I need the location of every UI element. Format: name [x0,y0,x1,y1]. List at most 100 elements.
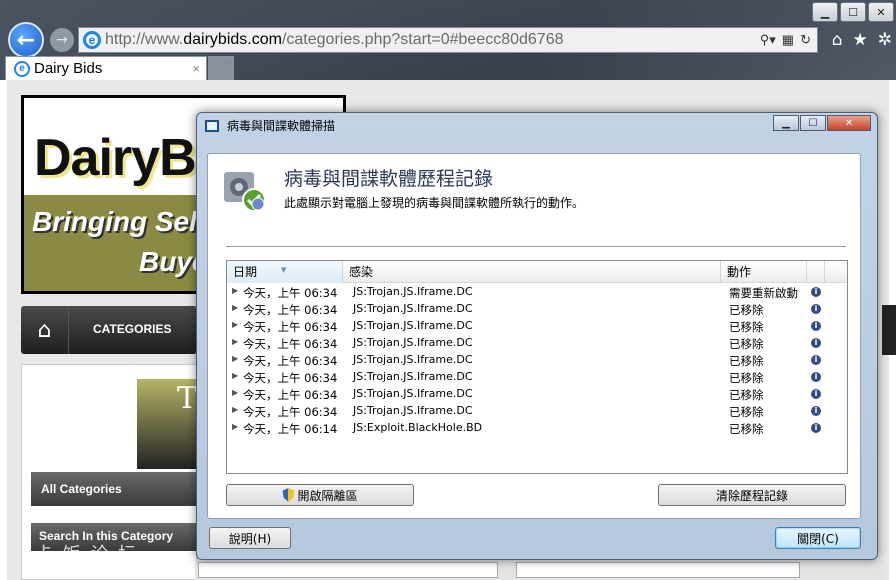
expand-arrow-icon[interactable]: ▶ [232,286,238,295]
forward-arrow-icon: → [56,32,68,48]
expand-arrow-icon[interactable]: ▶ [232,320,238,329]
dialog-close-x-button[interactable]: ✕ [827,115,871,131]
row-infection: JS:Trojan.JS.Iframe.DC [353,370,473,383]
table-row[interactable]: ▶ 今天，上午 06:34 JS:Trojan.JS.Iframe.DC 已移除 i [227,353,847,370]
home-icon: ⌂ [37,317,52,343]
compat-view-icon[interactable]: ▦ [782,32,794,48]
row-action: 已移除 [729,354,764,368]
refresh-icon[interactable]: ↻ [800,32,811,48]
nav-categories-link[interactable]: CATEGORIES [93,322,171,336]
expand-arrow-icon[interactable]: ▶ [232,388,238,397]
search-icon[interactable]: ⚲▾ [760,32,776,48]
sort-arrow-icon: ▼ [281,266,287,274]
header-separator [226,246,846,247]
new-tab-button[interactable] [208,56,234,80]
home-icon[interactable]: ⌂ [832,30,843,50]
forward-button[interactable]: → [50,28,74,52]
row-date: 今天，上午 06:34 [243,405,338,419]
expand-arrow-icon[interactable]: ▶ [232,354,238,363]
table-row[interactable]: ▶ 今天，上午 06:34 JS:Trojan.JS.Iframe.DC 已移除 i [227,387,847,404]
expand-arrow-icon[interactable]: ▶ [232,337,238,346]
minimize-button[interactable]: ▁ [812,2,838,22]
row-action: 需要重新啟動 [729,286,798,300]
row-action: 已移除 [729,371,764,385]
window-controls: ▁ ☐ ✕ [812,2,894,22]
column-info [807,261,825,283]
tools-gear-icon[interactable]: ✲ [878,30,892,50]
column-infection-label: 感染 [349,265,374,279]
browser-tab[interactable]: e Dairy Bids × [5,56,207,80]
monitor-icon [205,119,219,132]
expand-arrow-icon[interactable]: ▶ [232,371,238,380]
table-row[interactable]: ▶ 今天，上午 06:34 JS:Trojan.JS.Iframe.DC 已移除 i [227,319,847,336]
table-row[interactable]: ▶ 今天，上午 06:34 JS:Trojan.JS.Iframe.DC 已移除 i [227,404,847,421]
column-date[interactable]: 日期 ▼ [227,261,343,283]
row-action: 已移除 [729,422,764,436]
row-infection: JS:Exploit.BlackHole.BD [353,421,483,434]
dialog-minimize-button[interactable]: ▁ [773,115,799,131]
column-action[interactable]: 動作 [721,261,807,283]
history-title: 病毒與間諜軟體歷程記錄 [284,168,494,190]
watermark-url: bbs.kafan.cn [35,560,124,574]
logo-title: DairyBi [34,129,210,187]
clear-history-label: 清除歷程記錄 [715,488,788,503]
info-icon[interactable]: i [811,304,821,314]
search-field[interactable] [198,562,498,578]
info-icon[interactable]: i [811,372,821,382]
info-icon[interactable]: i [811,423,821,433]
column-date-label: 日期 [233,265,258,279]
address-bar[interactable]: e http://www. dairybids.com/categories.ph… [78,27,818,53]
logo-tagline-1: Bringing Sell [32,206,205,237]
maximize-button[interactable]: ☐ [840,2,866,22]
banner-image: T [137,379,197,469]
expand-arrow-icon[interactable]: ▶ [232,422,238,431]
row-date: 今天，上午 06:34 [243,337,338,351]
table-row[interactable]: ▶ 今天，上午 06:34 JS:Trojan.JS.Iframe.DC 已移除 i [227,370,847,387]
dialog-window-controls: ▁ ☐ ✕ [773,115,871,131]
tab-ie-icon: e [14,60,30,77]
row-date: 今天，上午 06:34 [243,286,338,300]
column-infection[interactable]: 感染 [343,261,721,283]
table-row[interactable]: ▶ 今天，上午 06:34 JS:Trojan.JS.Iframe.DC 已移除 i [227,336,847,353]
row-infection: JS:Trojan.JS.Iframe.DC [353,319,473,332]
row-action: 已移除 [729,303,764,317]
close-button[interactable]: 關閉(C) [775,527,861,549]
row-date: 今天，上午 06:34 [243,354,338,368]
table-row[interactable]: ▶ 今天，上午 06:34 JS:Trojan.JS.Iframe.DC 已移除 i [227,302,847,319]
info-icon[interactable]: i [811,389,821,399]
dialog-title: 病毒與間諜軟體掃描 [227,119,336,133]
favorites-icon[interactable]: ★ [853,30,868,50]
table-body: ▶ 今天，上午 06:34 JS:Trojan.JS.Iframe.DC 需要重新啟動… [227,285,847,438]
expand-arrow-icon[interactable]: ▶ [232,303,238,312]
close-window-button[interactable]: ✕ [868,2,894,22]
nav-home-button[interactable]: ⌂ [21,306,69,354]
info-icon[interactable]: i [811,321,821,331]
row-action: 已移除 [729,405,764,419]
dialog-maximize-button[interactable]: ☐ [800,115,826,131]
history-table: 日期 ▼ 感染 動作 ▶ 今天，上午 06:34 JS:Trojan.JS.Ifra… [226,260,848,474]
browser-chrome: ▁ ☐ ✕ ← → e http://www. dairybids.com/cat… [0,0,896,80]
row-action: 已移除 [729,337,764,351]
info-icon[interactable]: i [811,338,821,348]
virus-history-dialog: 病毒與間諜軟體掃描 ▁ ☐ ✕ 病毒與間諜軟體歷程記錄 此處顯示對電腦上發現的病… [196,112,878,560]
tab-close-icon[interactable]: × [192,61,200,76]
info-icon[interactable]: i [811,406,821,416]
browser-toolbar-icons: ⌂ ★ ✲ [832,30,892,50]
table-row[interactable]: ▶ 今天，上午 06:14 JS:Exploit.BlackHole.BD 已移除 i [227,421,847,438]
expand-arrow-icon[interactable]: ▶ [232,405,238,414]
dialog-titlebar: 病毒與間諜軟體掃描 [205,117,335,134]
back-button[interactable]: ← [8,22,44,58]
search-field-2[interactable] [516,562,800,578]
open-quarantine-label: 開啟隔離區 [297,488,358,503]
scan-gear-icon [224,172,266,212]
table-row[interactable]: ▶ 今天，上午 06:34 JS:Trojan.JS.Iframe.DC 需要重新啟動… [227,285,847,302]
column-action-label: 動作 [727,265,752,279]
help-button[interactable]: 說明(H) [209,527,291,549]
info-icon[interactable]: i [811,287,821,297]
all-categories-header[interactable]: All Categories [31,472,197,506]
open-quarantine-button[interactable]: 開啟隔離區 [226,484,414,506]
url-prefix: http://www. [105,31,184,48]
row-action: 已移除 [729,320,764,334]
clear-history-button[interactable]: 清除歷程記錄 [658,484,846,506]
info-icon[interactable]: i [811,355,821,365]
